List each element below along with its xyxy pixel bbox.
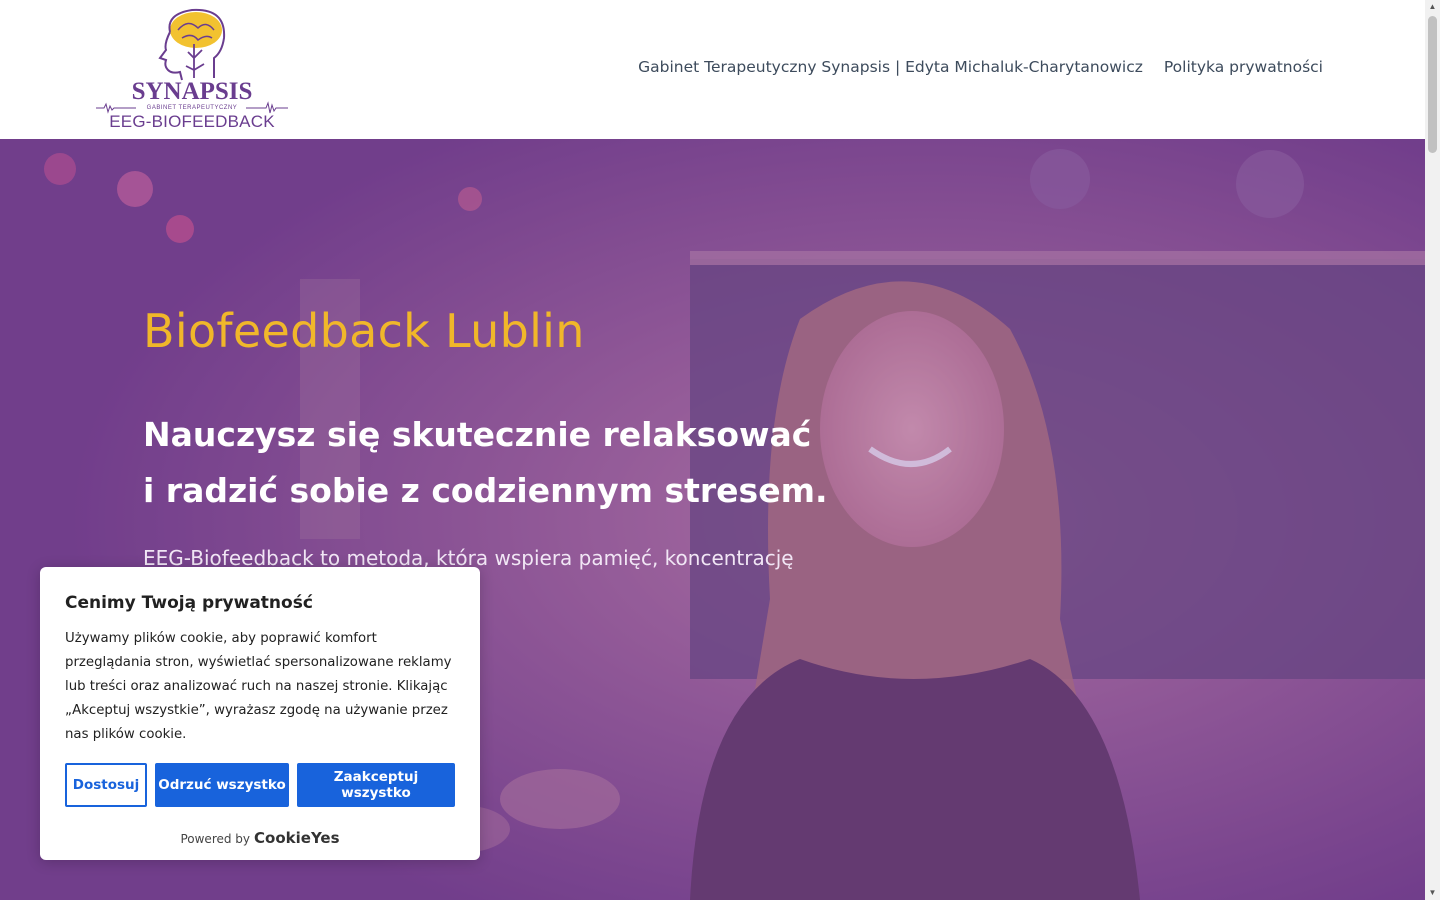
cookie-customize-button[interactable]: Dostosuj xyxy=(65,763,147,807)
logo-tagline: EEG-BIOFEEDBACK xyxy=(109,112,275,131)
scroll-down-arrow-icon[interactable]: ▼ xyxy=(1425,886,1440,900)
powered-by-credit: Powered by CookieYes xyxy=(40,829,480,847)
cookie-banner-title: Cenimy Twoją prywatność xyxy=(65,593,313,613)
site-header: SYNAPSIS GABINET TERAPEUTYCZNY EEG-BIOFE… xyxy=(0,0,1425,139)
hero-lead-line-2: i radzić sobie z codziennym stresem. xyxy=(143,471,828,510)
powered-by-label: Powered by xyxy=(180,832,251,846)
cookie-reject-all-button[interactable]: Odrzuć wszystko xyxy=(155,763,289,807)
nav-link-home[interactable]: Gabinet Terapeutyczny Synapsis | Edyta M… xyxy=(638,58,1143,76)
scrollbar-thumb[interactable] xyxy=(1428,16,1437,153)
hero-title: Biofeedback Lublin xyxy=(143,304,585,358)
cookieyes-logo[interactable]: CookieYes xyxy=(254,829,340,847)
nav-link-privacy-policy[interactable]: Polityka prywatności xyxy=(1164,58,1323,76)
cookie-button-group: Dostosuj Odrzuć wszystko Zaakceptuj wszy… xyxy=(65,763,455,807)
logo-subtitle: GABINET TERAPEUTYCZNY xyxy=(146,105,238,111)
page-scrollbar[interactable]: ▲ ▼ xyxy=(1425,0,1440,900)
hero-lead-line-1: Nauczysz się skutecznie relaksować xyxy=(143,415,812,454)
hero-lead: Nauczysz się skutecznie relaksować i rad… xyxy=(143,407,828,519)
site-logo[interactable]: SYNAPSIS GABINET TERAPEUTYCZNY EEG-BIOFE… xyxy=(96,8,288,132)
main-nav: Gabinet Terapeutyczny Synapsis | Edyta M… xyxy=(638,58,1323,76)
cookie-accept-all-button[interactable]: Zaakceptuj wszystko xyxy=(297,763,455,807)
scroll-up-arrow-icon[interactable]: ▲ xyxy=(1425,0,1440,14)
cookie-consent-banner: Cenimy Twoją prywatność Używamy plików c… xyxy=(40,567,480,860)
brain-head-icon xyxy=(158,8,226,81)
cookie-banner-text: Używamy plików cookie, aby poprawić komf… xyxy=(65,631,452,742)
